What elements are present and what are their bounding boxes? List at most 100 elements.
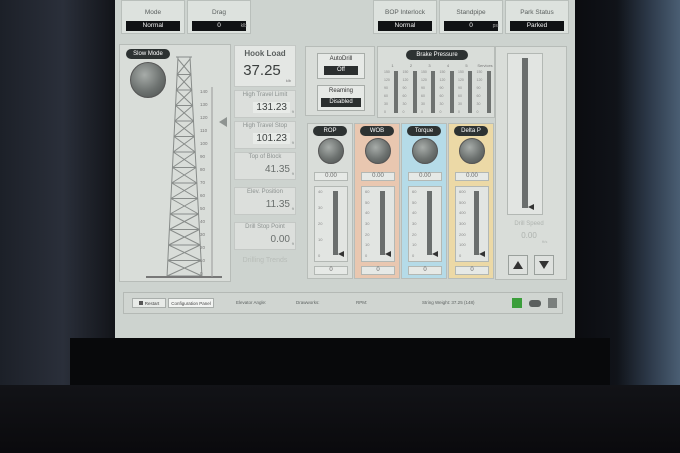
brake-column-label: 1 [391,63,394,68]
gauge-value: 0.00 [455,172,489,181]
brake-scale-tick: 0 [458,110,460,114]
brake-scale-tick: 150 [384,70,390,74]
derrick-scale-tick: 70 [200,180,206,185]
mode-toggles-panel: AutoDrill Off Reaming Disabled [305,46,375,116]
brake-scale-tick: 90 [384,86,388,90]
settings-icon[interactable] [548,298,557,308]
drill-speed-marker[interactable] [528,204,534,210]
gauge-knob[interactable] [459,138,485,164]
bop-interlock-label: BOP Interlock [385,9,425,16]
brake-scale-tick: 150 [402,70,409,74]
brake-column-label: Services [477,63,493,68]
gauge-value: 0.00 [314,172,348,181]
brake-scale-tick: 120 [476,78,483,82]
top-of-block-value: 41.35 [264,164,290,175]
autodrill-label: AutoDrill [329,56,353,62]
brake-pressure-bar [468,71,472,113]
gauge-scale: 600 500 400 300 200 100 0 [455,186,489,262]
brake-scale-tick: 90 [402,86,407,90]
derrick-scale-tick: 100 [200,141,208,146]
drag-label: Drag [211,9,227,16]
gauge-bottom-value: 0 [361,266,395,275]
brake-column: 3 150 120 90 60 30 0 [421,63,438,115]
network-status-icon[interactable] [512,298,522,308]
gauge-scale: 40 30 20 10 0 [314,186,348,262]
gauge-scale: 60 50 40 30 20 10 0 [408,186,442,262]
brake-scale-tick: 0 [402,110,405,114]
standpipe-label: Standpipe [456,9,486,16]
derrick-scale-tick: 80 [200,167,206,172]
derrick-scale-tick: 140 [200,89,208,94]
brake-pressure-bar [394,71,398,113]
gauge-knob[interactable] [318,138,344,164]
gauge-title: ROP [313,126,347,136]
high-travel-limit-value[interactable]: 131.23 [253,102,290,113]
brake-column: 4 150 120 90 60 30 0 [440,63,457,115]
derrick-scale-tick: 10 [200,258,206,263]
brake-column: 5 150 120 90 60 30 0 [458,63,475,115]
speed-up-button[interactable] [508,255,528,275]
gauge-setpoint-marker[interactable] [338,251,344,257]
gauge-scale-tick: 400 [459,210,466,216]
autodrill-toggle[interactable]: AutoDrill Off [317,53,365,79]
reaming-value: Disabled [321,98,361,107]
monitor-bottom-bezel [70,338,610,386]
mode-box: Mode Normal [121,0,185,34]
restart-button[interactable]: Restart [132,298,166,308]
gauge-setpoint-marker[interactable] [479,251,485,257]
brake-column-label: 5 [465,63,468,68]
brake-scale-tick: 120 [384,78,390,82]
gauge-scale-tick: 20 [318,221,323,226]
gauge-bar [380,191,385,255]
high-travel-stop-value[interactable]: 101.23 [253,133,290,144]
gauge-knob[interactable] [412,138,438,164]
bop-interlock-value: Normal [378,21,432,31]
brake-scale-tick: 0 [421,110,423,114]
brake-scale-tick: 0 [384,110,386,114]
drilling-control-screen: Mode Normal Drag 0 klb BOP Interlock Norm… [115,0,575,338]
derrick-scale-tick: 20 [200,245,206,250]
gauge-scale: 60 50 40 30 20 10 0 [361,186,395,262]
hook-load-unit: klb [285,78,291,83]
brake-scale-tick: 90 [439,86,444,90]
drilling-trends-button[interactable]: Drilling Trends [241,256,289,265]
brake-scale-tick: 30 [476,102,481,106]
derrick-scale-tick: 60 [200,193,206,198]
brake-scale-tick: 60 [439,94,444,98]
top-of-block-box: Top of Block 41.35 ft [234,152,296,180]
gauge-setpoint-marker[interactable] [385,251,391,257]
brake-scale-tick: 150 [458,70,464,74]
restart-icon [138,301,143,305]
top-of-block-unit: ft [291,171,294,176]
derrick-scale-tick: 0 [200,271,203,276]
elev-position-unit: ft [291,206,294,211]
derrick-scale-tick: 90 [200,154,206,159]
derrick-scale-tick: 110 [200,128,208,133]
string-weight-text: String Weight: 37.25 (148) [422,300,475,305]
gauge-wob: WOB 0.00 60 50 40 30 20 10 0 0 [354,123,400,279]
gauge-scale-tick: 60 [412,189,417,194]
gauge-setpoint-marker[interactable] [432,251,438,257]
gauge-knob[interactable] [365,138,391,164]
gauge-rop: ROP 0.00 40 30 20 10 0 0 [307,123,353,279]
drill-speed-label: Drill Speed [514,221,544,227]
brake-scale-tick: 120 [421,78,427,82]
derrick-panel: Slow Mode 140 130 120 110 100 90 80 70 60 50 40 30 2… [119,44,231,282]
brake-scale-tick: 30 [402,102,407,106]
high-travel-limit-box: High Travel Limit 131.23 ft [234,90,296,118]
gauge-scale-tick: 20 [365,231,370,237]
gauge-scale-tick: 30 [412,221,417,226]
reaming-toggle[interactable]: Reaming Disabled [317,85,365,111]
drill-speed-scale [507,53,543,215]
speed-down-button[interactable] [534,255,554,275]
configuration-panel-button[interactable]: Configuration Panel [168,298,214,308]
standpipe-box: Standpipe 0 psi [439,0,503,34]
brake-column: 2 150 120 90 60 30 0 [403,63,420,115]
brake-scale-tick: 150 [476,70,483,74]
gauge-title: Torque [407,126,441,136]
derrick-tower-graphic [146,56,222,278]
brake-scale-tick: 0 [439,110,442,114]
drill-stop-point-value[interactable]: 0.00 [271,234,290,245]
brake-scale-tick: 60 [402,94,407,98]
gamepad-icon[interactable] [529,300,541,307]
